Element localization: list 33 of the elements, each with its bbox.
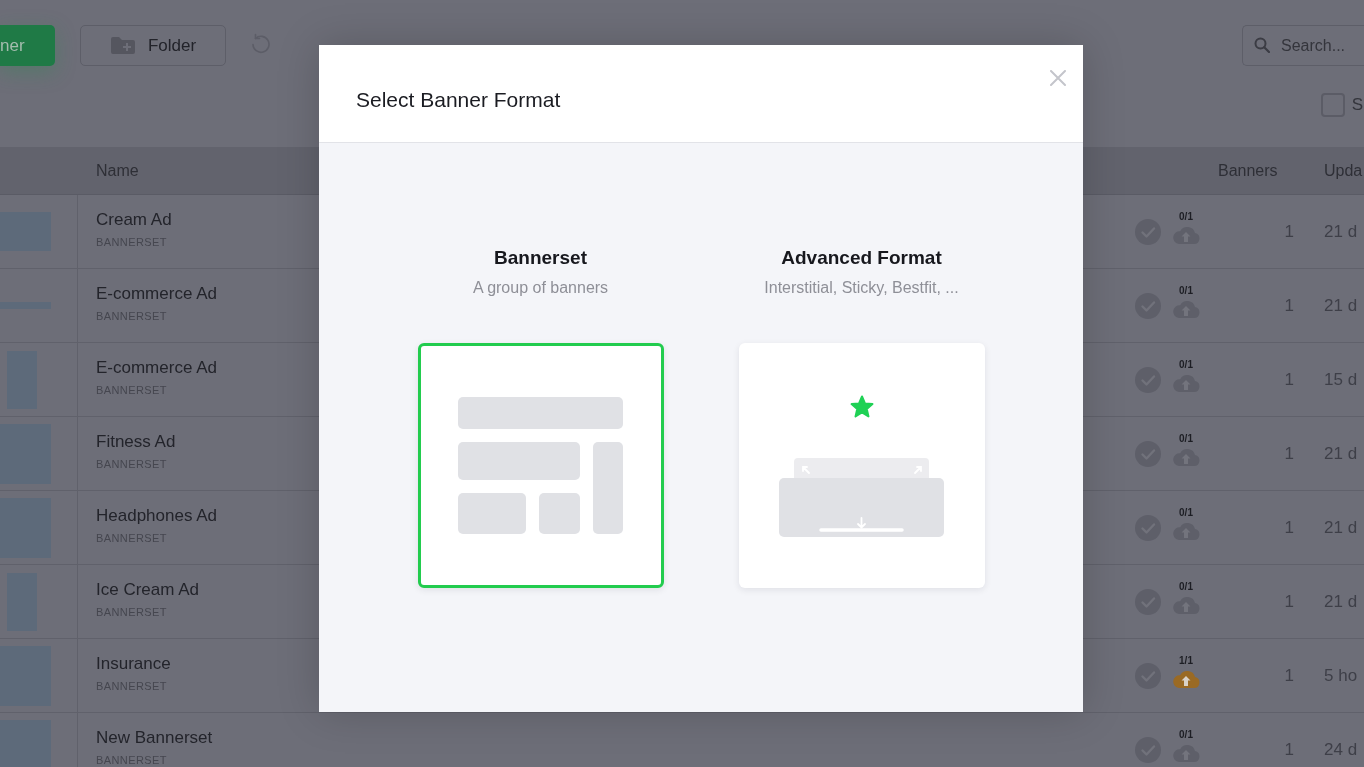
search-field[interactable]: Search... [1242,25,1364,66]
search-icon [1254,37,1270,53]
modal-title: Select Banner Format [356,87,561,113]
format-option-card[interactable] [738,343,985,588]
close-button[interactable] [1050,70,1066,86]
banner-name: Cream Ad [96,210,172,230]
banner-name: E-commerce Ad [96,284,217,304]
close-icon [1050,70,1066,86]
banner-name: New Bannerset [96,728,213,748]
create-button[interactable]: ner [0,25,55,66]
banner-name: Insurance [96,654,171,674]
checkbox-label: S [1351,95,1364,115]
upload-count: 1/1 [1179,655,1193,667]
upload-count: 0/1 [1179,581,1193,593]
banner-name: E-commerce Ad [96,358,217,378]
upload-count: 0/1 [1179,285,1193,297]
option-subtitle: A group of banners [472,278,609,298]
option-title: Bannerset [494,246,587,270]
column-header: Name [95,161,140,180]
folder-button[interactable]: Folder [80,25,226,66]
option-subtitle: Interstitial, Sticky, Bestfit, ... [764,278,959,298]
option-title: Advanced Format [781,246,942,270]
upload-count: 0/1 [1179,359,1193,371]
upload-count: 0/1 [1179,433,1193,445]
banner-name: Fitness Ad [96,432,176,452]
upload-count: 0/1 [1179,211,1193,223]
banner-name: Headphones Ad [96,506,217,526]
folder-plus-icon [109,36,136,55]
format-option-card[interactable] [417,343,664,588]
star-icon [848,394,875,419]
upload-count: 0/1 [1179,729,1193,741]
upload-count: 0/1 [1179,507,1193,519]
banner-name: Ice Cream Ad [96,580,199,600]
